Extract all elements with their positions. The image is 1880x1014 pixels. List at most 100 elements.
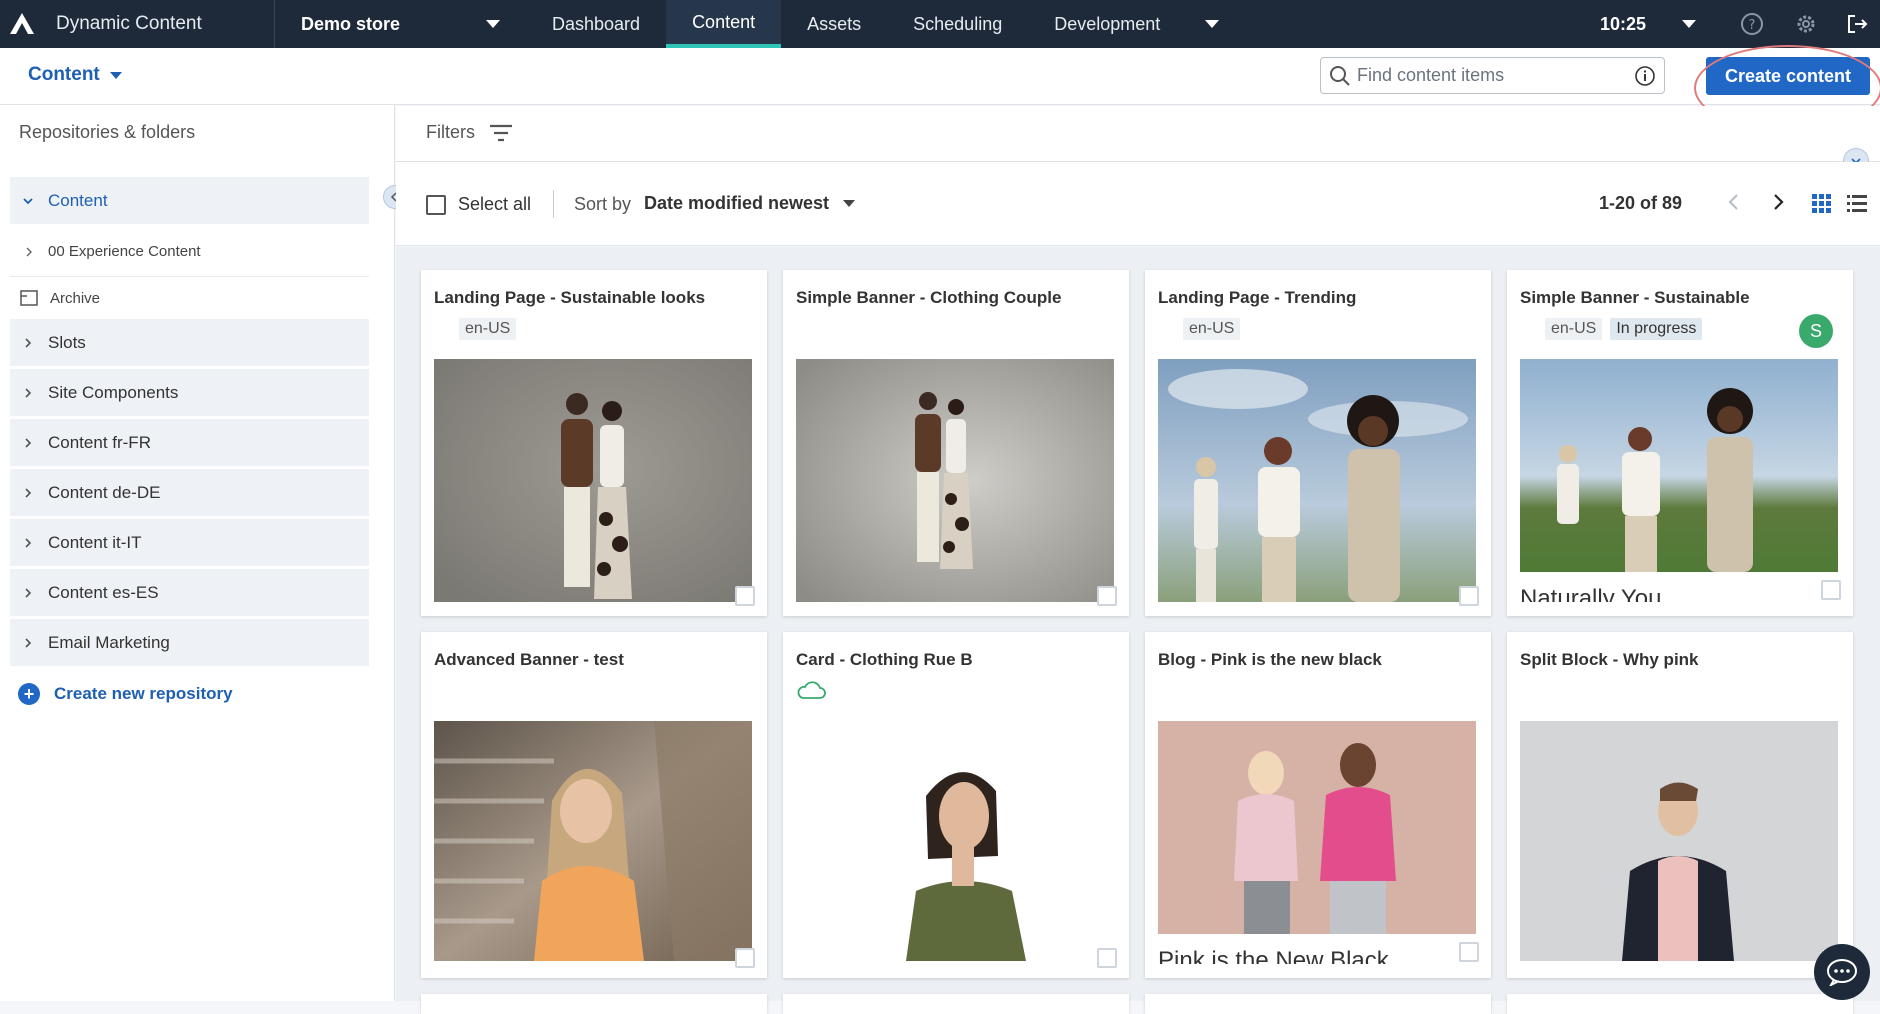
- card-checkbox[interactable]: [735, 948, 755, 968]
- store-selector[interactable]: Demo store: [275, 0, 520, 48]
- card-checkbox[interactable]: [1459, 942, 1479, 962]
- card-checkbox[interactable]: [735, 586, 755, 606]
- divider: [553, 190, 554, 218]
- chat-bubble-icon: [1827, 959, 1857, 986]
- repo-content-fr[interactable]: Content fr-FR: [10, 419, 369, 469]
- sort-dropdown[interactable]: Date modified newest: [644, 193, 856, 214]
- chevron-right-icon[interactable]: [22, 637, 34, 649]
- content-card[interactable]: Split Block - Why pink: [1507, 632, 1853, 978]
- content-card[interactable]: Card - Clothing Rue B: [783, 632, 1129, 978]
- locale-tag: en-US: [1545, 318, 1603, 340]
- archive-folder[interactable]: Archive: [10, 277, 369, 319]
- repo-label: Content de-DE: [48, 482, 161, 502]
- content-card[interactable]: Blog - Pink is the new black Pink is the…: [1145, 632, 1491, 978]
- archive-label: Archive: [50, 289, 101, 307]
- main-nav: Dashboard Content Assets Scheduling Deve…: [526, 0, 1186, 48]
- chevron-down-icon[interactable]: [22, 195, 34, 207]
- chevron-right-icon[interactable]: [22, 437, 34, 449]
- tab-scheduling[interactable]: Scheduling: [887, 0, 1028, 48]
- chevron-down-icon: [486, 20, 500, 28]
- create-repository-button[interactable]: + Create new repository: [10, 677, 369, 711]
- context-label: Content: [28, 64, 100, 85]
- card-checkbox[interactable]: [1097, 586, 1117, 606]
- repo-slots[interactable]: Slots: [10, 319, 369, 369]
- repo-label: Content fr-FR: [48, 432, 151, 452]
- repo-label: Slots: [48, 332, 86, 352]
- chevron-down-icon: [1205, 20, 1220, 28]
- filters-toggle[interactable]: Filters: [426, 122, 513, 143]
- content-card[interactable]: [1145, 994, 1491, 1014]
- next-page-icon[interactable]: [1766, 190, 1790, 214]
- tab-assets[interactable]: Assets: [781, 0, 887, 48]
- nav-more-button[interactable]: [1192, 0, 1232, 48]
- brand[interactable]: Dynamic Content: [0, 0, 275, 48]
- plus-icon: +: [18, 683, 40, 705]
- sort-value: Date modified newest: [644, 193, 830, 213]
- select-all-checkbox[interactable]: Select all: [426, 194, 531, 215]
- card-title: Landing Page - Sustainable looks: [434, 288, 706, 307]
- repo-site-components[interactable]: Site Components: [10, 369, 369, 419]
- card-caption: Naturally You: [1520, 585, 1662, 602]
- card-checkbox[interactable]: [1821, 580, 1841, 600]
- chevron-right-icon[interactable]: [24, 247, 34, 257]
- content-card[interactable]: Landing Page - Sustainable looks en-US: [421, 270, 767, 616]
- content-card[interactable]: [1507, 994, 1853, 1014]
- repo-email-marketing[interactable]: Email Marketing: [10, 619, 369, 669]
- sidebar-title: Repositories & folders: [19, 122, 196, 142]
- svg-text:?: ?: [1749, 18, 1756, 33]
- info-icon[interactable]: [1634, 65, 1656, 87]
- repo-content-de[interactable]: Content de-DE: [10, 469, 369, 519]
- pagination-text: 1-20 of 89: [1599, 193, 1683, 213]
- search-input[interactable]: [1351, 65, 1634, 86]
- card-title: Blog - Pink is the new black: [1158, 650, 1382, 669]
- content-card[interactable]: [783, 994, 1129, 1014]
- chevron-right-icon[interactable]: [22, 487, 34, 499]
- content-context-menu[interactable]: Content: [28, 64, 122, 86]
- tab-content[interactable]: Content: [666, 0, 782, 48]
- help-icon[interactable]: ?: [1740, 12, 1764, 36]
- card-thumbnail: [796, 359, 1114, 602]
- prev-page-icon[interactable]: [1722, 190, 1746, 214]
- chat-button[interactable]: [1814, 944, 1870, 1000]
- chevron-right-icon[interactable]: [22, 387, 34, 399]
- cloud-icon: [797, 681, 826, 699]
- card-checkbox[interactable]: [1459, 586, 1479, 606]
- content-card[interactable]: Landing Page - Trending en-US: [1145, 270, 1491, 616]
- logout-icon[interactable]: [1845, 12, 1869, 36]
- chevron-right-icon[interactable]: [22, 587, 34, 599]
- content-card[interactable]: [421, 994, 767, 1014]
- repo-content-it[interactable]: Content it-IT: [10, 519, 369, 569]
- repo-label: Content es-ES: [48, 582, 159, 602]
- locale-tag: en-US: [1183, 318, 1241, 340]
- chevron-right-icon[interactable]: [22, 337, 34, 349]
- folder-experience-content[interactable]: 00 Experience Content: [10, 227, 369, 277]
- repo-label: Content it-IT: [48, 532, 142, 552]
- create-content-button[interactable]: Create content: [1706, 57, 1870, 95]
- list-view-icon[interactable]: [1846, 192, 1868, 214]
- grid-view-icon[interactable]: [1810, 192, 1832, 214]
- search-box: [1320, 57, 1665, 94]
- content-grid: Landing Page - Sustainable looks en-US S…: [396, 247, 1880, 1014]
- tab-development[interactable]: Development: [1028, 0, 1186, 48]
- select-all-label: Select all: [458, 194, 532, 214]
- chevron-right-icon[interactable]: [22, 537, 34, 549]
- chevron-down-icon: [843, 200, 856, 207]
- checkbox[interactable]: [426, 194, 446, 215]
- card-meta: en-US In progress: [1545, 318, 1710, 340]
- locale-tag: en-US: [459, 318, 517, 340]
- repo-content[interactable]: Content: [10, 177, 369, 227]
- gear-icon[interactable]: [1794, 12, 1818, 36]
- card-meta: en-US: [1183, 318, 1248, 340]
- repo-content-es[interactable]: Content es-ES: [10, 569, 369, 619]
- app-name: Dynamic Content: [56, 13, 202, 34]
- content-card[interactable]: Simple Banner - Clothing Couple: [783, 270, 1129, 616]
- create-repository-label: Create new repository: [54, 684, 233, 703]
- content-card[interactable]: Advanced Banner - test: [421, 632, 767, 978]
- repo-label: Site Components: [48, 382, 179, 402]
- chevron-down-icon[interactable]: [1682, 20, 1696, 28]
- folder-label: 00 Experience Content: [48, 243, 201, 260]
- tab-dashboard[interactable]: Dashboard: [526, 0, 666, 48]
- card-caption: Pink is the New Black: [1158, 947, 1389, 964]
- card-checkbox[interactable]: [1097, 948, 1117, 968]
- content-card[interactable]: Simple Banner - Sustainable en-US In pro…: [1507, 270, 1853, 616]
